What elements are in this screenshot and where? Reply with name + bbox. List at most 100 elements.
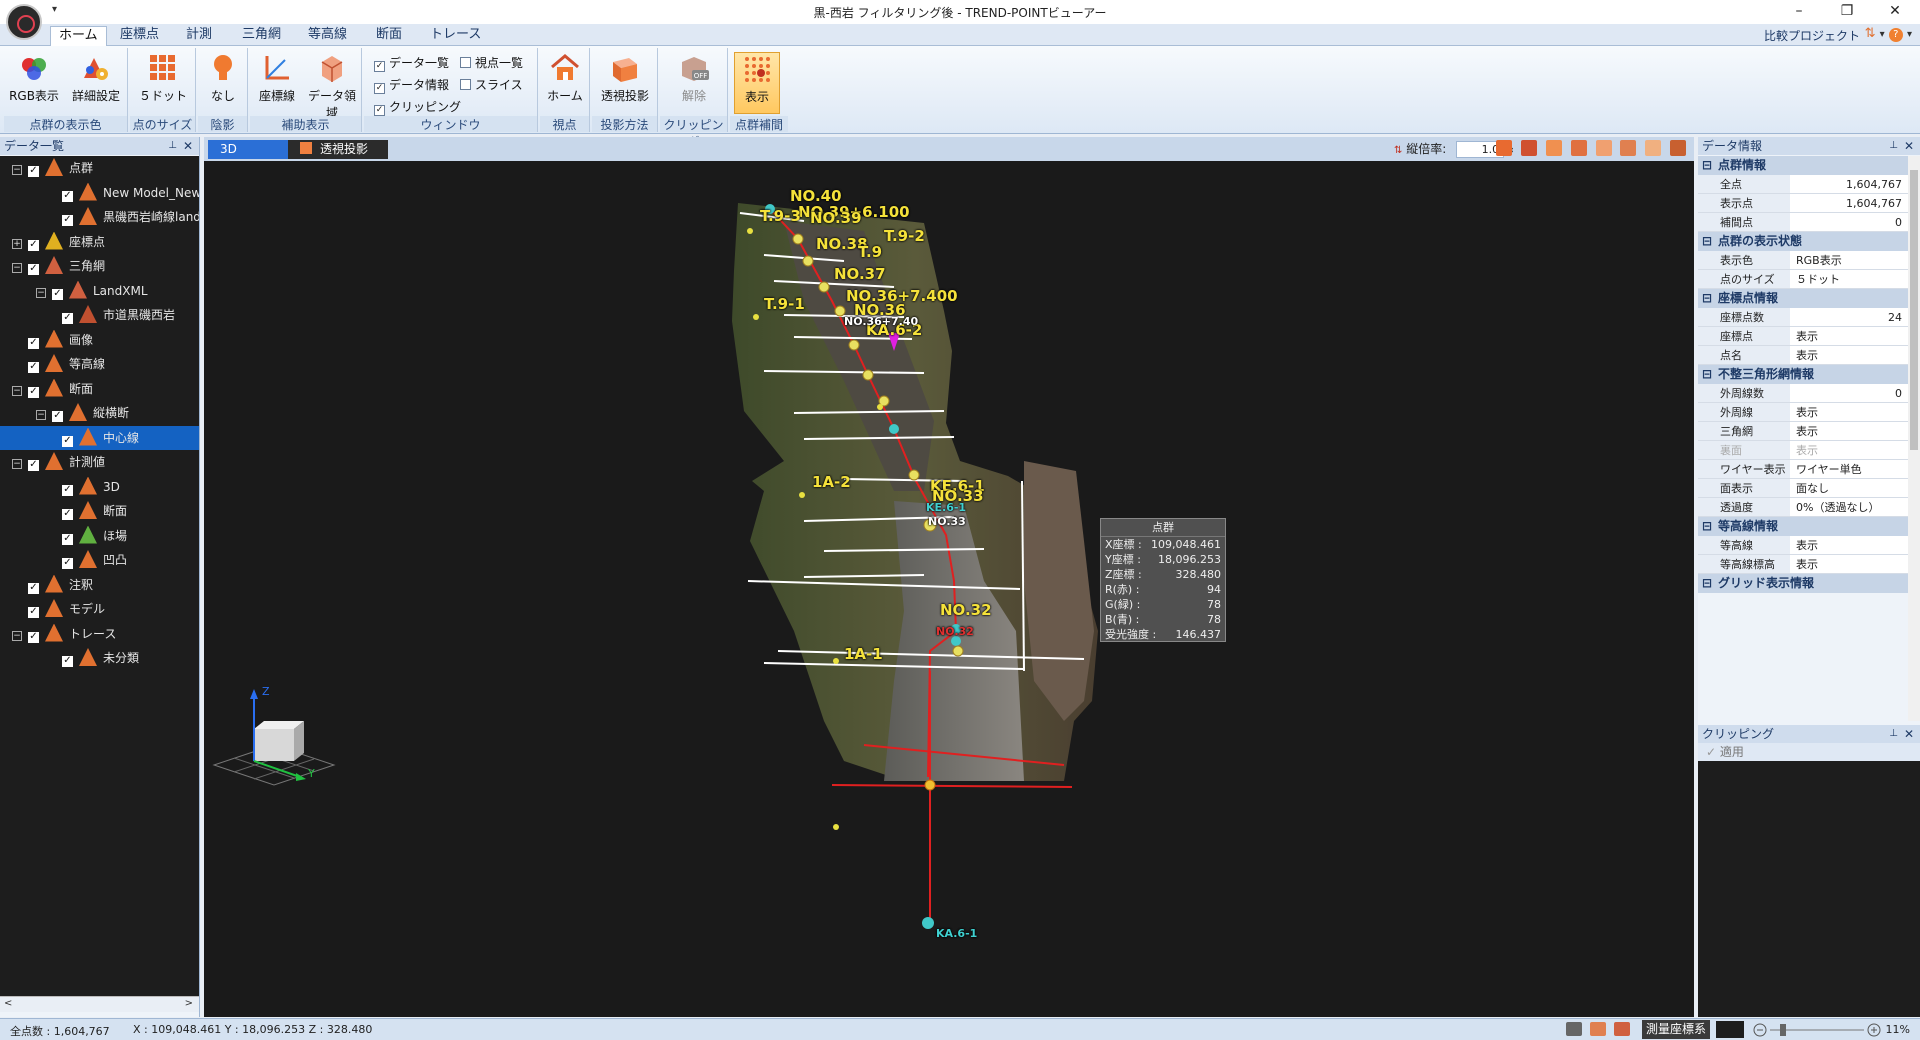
- property-value[interactable]: 0%（透過なし）: [1790, 498, 1908, 516]
- pin-icon[interactable]: ⊥: [1889, 725, 1898, 743]
- collapse-icon[interactable]: ⊟: [1702, 289, 1712, 308]
- property-row[interactable]: 裏面 表示: [1698, 441, 1908, 460]
- display-mode-box[interactable]: [1716, 1021, 1744, 1038]
- property-row[interactable]: 補間点 0: [1698, 213, 1908, 232]
- 3d-viewport[interactable]: Z Y NO.40 NO.39+6.100 T.9-3 NO.39 NO.38 …: [204, 161, 1694, 1017]
- tree-node[interactable]: ✓ 断面: [0, 499, 199, 523]
- clipping-apply-button[interactable]: ✓ 適用: [1698, 743, 1920, 761]
- tree-node[interactable]: ✓ 中心線: [0, 425, 199, 450]
- property-row[interactable]: 面表示 面なし: [1698, 479, 1908, 498]
- eye-view-icon[interactable]: [1670, 140, 1686, 156]
- property-row[interactable]: 座標点数 24: [1698, 308, 1908, 327]
- property-row[interactable]: 表示色 RGB表示: [1698, 251, 1908, 270]
- settings-sliders-icon[interactable]: ⇅: [1865, 26, 1876, 41]
- property-value[interactable]: 0: [1790, 213, 1908, 231]
- checkbox-checked-icon[interactable]: ✓: [28, 264, 39, 275]
- close-icon[interactable]: ✕: [1904, 137, 1914, 155]
- minimize-button[interactable]: –: [1776, 0, 1822, 24]
- checkbox-checked-icon[interactable]: ✓: [52, 411, 63, 422]
- back-view-icon[interactable]: [1595, 140, 1612, 156]
- property-row[interactable]: 三角網 表示: [1698, 422, 1908, 441]
- help-icon[interactable]: ?: [1888, 28, 1903, 42]
- side-view-icon[interactable]: [1570, 140, 1587, 156]
- checkbox-checked-icon[interactable]: ✓: [62, 558, 73, 569]
- checkbox-checked-icon[interactable]: ✓: [62, 215, 73, 226]
- property-value[interactable]: 表示: [1790, 346, 1908, 364]
- scrollbar-thumb[interactable]: [1910, 170, 1918, 450]
- checkbox-checked-icon[interactable]: ✓: [28, 337, 39, 349]
- checkbox-checked-icon[interactable]: ✓: [28, 362, 39, 373]
- clipping-checkbox[interactable]: ✓ クリッピング: [374, 98, 461, 116]
- tree-node[interactable]: − ✓ 縦横断: [0, 401, 199, 425]
- tree-horizontal-scrollbar[interactable]: < >: [0, 996, 199, 1012]
- checkbox-checked-icon[interactable]: ✓: [28, 607, 39, 618]
- tree-node[interactable]: − ✓ 三角網: [0, 254, 199, 278]
- collapse-icon[interactable]: ⊟: [1702, 232, 1712, 251]
- checkbox-checked-icon[interactable]: ✓: [62, 533, 73, 545]
- collapse-icon[interactable]: −: [12, 165, 22, 175]
- maximize-button[interactable]: ❐: [1824, 0, 1870, 24]
- property-section-header[interactable]: ⊟ 不整三角形網情報: [1698, 365, 1908, 384]
- filter-icon[interactable]: [1614, 1022, 1630, 1036]
- property-row[interactable]: 点名 表示: [1698, 346, 1908, 365]
- tree-node[interactable]: ✓ 市道黒磯西岩: [0, 303, 199, 327]
- property-value[interactable]: RGB表示: [1790, 251, 1908, 269]
- property-row[interactable]: ワイヤー表示 ワイヤー単色: [1698, 460, 1908, 479]
- property-value[interactable]: 面なし: [1790, 479, 1908, 497]
- bottom-view-icon[interactable]: [1620, 140, 1637, 156]
- property-section-header[interactable]: ⊟ 等高線情報: [1698, 517, 1908, 536]
- data-list-checkbox[interactable]: ✓ データ一覧: [374, 54, 449, 72]
- checkbox-checked-icon[interactable]: ✓: [28, 460, 39, 471]
- property-value[interactable]: 1,604,767: [1790, 175, 1908, 193]
- tab-measure[interactable]: 計測: [178, 26, 220, 46]
- scroll-left-icon[interactable]: <: [4, 998, 12, 1009]
- property-value[interactable]: 表示: [1790, 536, 1908, 554]
- property-row[interactable]: 外周線数 0: [1698, 384, 1908, 403]
- tree-node[interactable]: − ✓ 点群: [0, 156, 199, 180]
- checkbox-checked-icon[interactable]: ✓: [28, 582, 39, 594]
- property-value[interactable]: 0: [1790, 384, 1908, 402]
- zoom-slider[interactable]: [1752, 1022, 1882, 1038]
- property-value[interactable]: 表示: [1790, 555, 1908, 573]
- property-row[interactable]: 表示点 1,604,767: [1698, 194, 1908, 213]
- property-value[interactable]: 1,604,767: [1790, 194, 1908, 212]
- property-value[interactable]: 24: [1790, 308, 1908, 326]
- property-row[interactable]: 点のサイズ ５ドット: [1698, 270, 1908, 289]
- tab-3d-view[interactable]: 3D: [208, 140, 288, 159]
- tree-node[interactable]: + ✓ 座標点: [0, 230, 199, 254]
- close-window-button[interactable]: ✕: [1872, 0, 1918, 24]
- property-value[interactable]: 表示: [1790, 422, 1908, 440]
- tab-trace[interactable]: トレース: [422, 26, 489, 46]
- property-value[interactable]: 表示: [1790, 403, 1908, 421]
- shading-button[interactable]: なし: [202, 52, 244, 114]
- checkbox-checked-icon[interactable]: ✓: [62, 484, 73, 496]
- tree-node[interactable]: − ✓ 断面: [0, 377, 199, 401]
- perspective-projection-button[interactable]: 透視投影: [594, 52, 656, 114]
- property-row[interactable]: 全点 1,604,767: [1698, 175, 1908, 194]
- tree-node[interactable]: − ✓ トレース: [0, 622, 199, 646]
- property-row[interactable]: 座標点 表示: [1698, 327, 1908, 346]
- property-value[interactable]: 表示: [1790, 441, 1908, 459]
- property-section-header[interactable]: ⊟ 点群情報: [1698, 156, 1908, 175]
- property-row[interactable]: 外周線 表示: [1698, 403, 1908, 422]
- property-section-header[interactable]: ⊟ 点群の表示状態: [1698, 232, 1908, 251]
- tree-node[interactable]: ✓ モデル: [0, 597, 199, 621]
- tree-node[interactable]: − ✓ 計測値: [0, 450, 199, 474]
- tree-node[interactable]: ✓ New Model_New C: [0, 181, 199, 205]
- tree-node[interactable]: ✓ 3D: [0, 475, 199, 499]
- checkbox-checked-icon[interactable]: ✓: [52, 288, 63, 300]
- compare-project-link[interactable]: 比較プロジェクト: [1764, 27, 1860, 44]
- property-section-header[interactable]: ⊟ グリッド表示情報: [1698, 574, 1908, 593]
- property-section-header[interactable]: ⊟ 座標点情報: [1698, 289, 1908, 308]
- tab-coordinate-points[interactable]: 座標点: [112, 26, 167, 46]
- property-value[interactable]: ワイヤー単色: [1790, 460, 1908, 478]
- tree-node[interactable]: ✓ 凹凸: [0, 548, 199, 572]
- home-view-button[interactable]: ホーム: [542, 52, 588, 114]
- property-value[interactable]: 表示: [1790, 327, 1908, 345]
- data-info-checkbox[interactable]: ✓ データ情報: [374, 76, 449, 94]
- interpolation-display-button[interactable]: 表示: [734, 52, 780, 114]
- checkbox-checked-icon[interactable]: ✓: [28, 166, 39, 177]
- property-row[interactable]: 透過度 0%（透過なし）: [1698, 498, 1908, 517]
- front-view-icon[interactable]: [1521, 140, 1538, 156]
- iso-view-icon[interactable]: [1645, 140, 1662, 156]
